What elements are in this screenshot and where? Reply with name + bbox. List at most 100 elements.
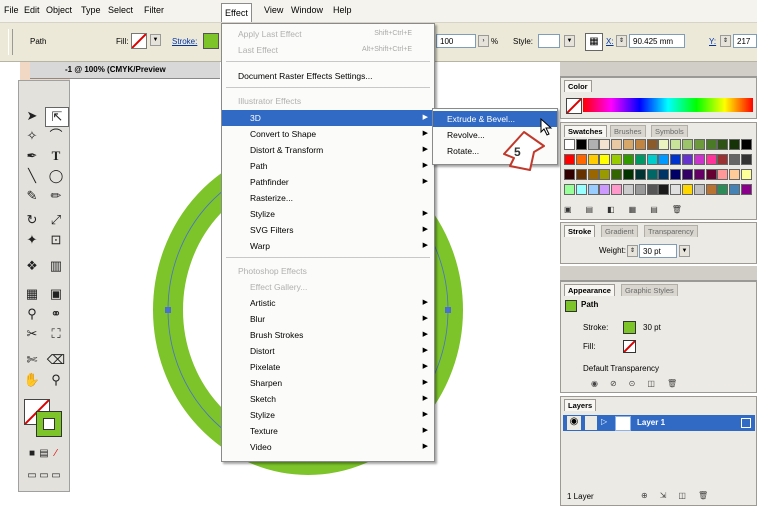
swatch[interactable] bbox=[705, 154, 717, 165]
swatch[interactable] bbox=[729, 154, 741, 165]
swatch[interactable] bbox=[634, 154, 646, 165]
swatch[interactable] bbox=[611, 184, 623, 195]
blend-tool-icon[interactable]: ⚭ bbox=[45, 305, 67, 323]
swatch[interactable] bbox=[705, 139, 717, 150]
y-field[interactable]: 217 bbox=[733, 34, 757, 48]
swatch[interactable] bbox=[729, 139, 741, 150]
menu-view[interactable]: View bbox=[264, 5, 283, 15]
swatch[interactable] bbox=[646, 139, 658, 150]
swatch[interactable] bbox=[693, 154, 705, 165]
eraser-tool-icon[interactable]: ⌫ bbox=[45, 351, 67, 369]
menu-item-blur[interactable]: Blur ▶ bbox=[222, 311, 434, 327]
menu-item-warp[interactable]: Warp ▶ bbox=[222, 238, 434, 254]
target-indicator-icon[interactable] bbox=[741, 418, 751, 428]
swatch[interactable] bbox=[575, 169, 587, 180]
slice-tool-icon[interactable]: ✂ bbox=[21, 325, 43, 343]
menu-item-brush-strokes[interactable]: Brush Strokes ▶ bbox=[222, 327, 434, 343]
swatch[interactable] bbox=[599, 169, 611, 180]
menu-item-rasterize[interactable]: Rasterize... bbox=[222, 190, 434, 206]
swatch[interactable] bbox=[670, 169, 682, 180]
pencil-tool-icon[interactable]: ✏ bbox=[45, 187, 67, 205]
type-tool-icon[interactable]: T bbox=[45, 147, 67, 165]
swatch[interactable] bbox=[634, 184, 646, 195]
reference-point-icon[interactable]: ▦ bbox=[585, 33, 603, 51]
menu-item-3d[interactable]: 3D ▶ bbox=[222, 110, 434, 126]
tab-symbols[interactable]: Symbols bbox=[651, 125, 688, 137]
eye-visibility-icon[interactable]: ◉ bbox=[567, 416, 581, 430]
swatch[interactable] bbox=[634, 169, 646, 180]
swatch[interactable] bbox=[670, 139, 682, 150]
swatch[interactable] bbox=[564, 184, 575, 195]
style-dropdown[interactable]: ▼ bbox=[564, 35, 575, 47]
stroke-swatch[interactable] bbox=[203, 33, 219, 49]
swatch[interactable] bbox=[682, 154, 693, 165]
tab-color[interactable]: Color bbox=[564, 80, 592, 92]
scissors-tool-icon[interactable]: ✄ bbox=[21, 351, 43, 369]
pen-tool-icon[interactable]: ✒ bbox=[21, 147, 43, 165]
menu-item-distort[interactable]: Distort ▶ bbox=[222, 343, 434, 359]
swatch[interactable] bbox=[634, 139, 646, 150]
swatch[interactable] bbox=[741, 184, 752, 195]
weight-stepper[interactable]: ⇕ bbox=[627, 245, 638, 257]
document-tab[interactable]: -1 @ 100% (CMYK/Preview bbox=[30, 62, 220, 79]
swatch[interactable] bbox=[623, 139, 634, 150]
swatch[interactable] bbox=[705, 169, 717, 180]
menu-help[interactable]: Help bbox=[333, 5, 352, 15]
layer-name[interactable]: Layer 1 bbox=[637, 418, 665, 427]
swatch[interactable] bbox=[599, 154, 611, 165]
menu-item-video[interactable]: Video ▶ bbox=[222, 439, 434, 455]
swatch[interactable] bbox=[611, 139, 623, 150]
menu-item-pathfinder[interactable]: Pathfinder ▶ bbox=[222, 174, 434, 190]
swatch[interactable] bbox=[658, 139, 670, 150]
swatch[interactable] bbox=[564, 139, 575, 150]
opacity-dropdown[interactable]: › bbox=[478, 35, 489, 47]
screen-mode-full-icon[interactable]: ▭ bbox=[45, 467, 67, 485]
menu-file[interactable]: File bbox=[4, 5, 19, 15]
swatch[interactable] bbox=[693, 169, 705, 180]
stroke-color-icon[interactable] bbox=[36, 411, 62, 437]
document-raster-settings-item[interactable]: Document Raster Effects Settings... bbox=[222, 68, 434, 84]
menu-item-stylize[interactable]: Stylize ▶ bbox=[222, 206, 434, 222]
direct-selection-tool-icon[interactable]: ⇱ bbox=[45, 107, 69, 127]
live-paint-tool-icon[interactable]: ⛶ bbox=[45, 325, 67, 343]
swatch[interactable] bbox=[741, 169, 752, 180]
swatch[interactable] bbox=[693, 184, 705, 195]
swatch[interactable] bbox=[658, 169, 670, 180]
scale-tool-icon[interactable]: ⤢ bbox=[45, 211, 67, 229]
swatch[interactable] bbox=[623, 154, 634, 165]
swatch[interactable] bbox=[575, 154, 587, 165]
menu-item-convert-to-shape[interactable]: Convert to Shape ▶ bbox=[222, 126, 434, 142]
swatch[interactable] bbox=[599, 184, 611, 195]
swatch[interactable] bbox=[670, 184, 682, 195]
lasso-tool-icon[interactable]: ⌒ bbox=[45, 127, 67, 145]
tab-layers[interactable]: Layers bbox=[564, 399, 597, 411]
tab-graphic-styles[interactable]: Graphic Styles bbox=[621, 284, 678, 296]
weight-field[interactable]: 30 pt bbox=[639, 244, 677, 258]
fill-swatch[interactable] bbox=[131, 33, 147, 49]
menu-item-texture[interactable]: Texture ▶ bbox=[222, 423, 434, 439]
menu-item-sketch[interactable]: Sketch ▶ bbox=[222, 391, 434, 407]
appearance-fill-swatch[interactable] bbox=[623, 340, 636, 353]
swatch[interactable] bbox=[587, 169, 599, 180]
effect-gallery-item[interactable]: Effect Gallery... bbox=[222, 279, 434, 295]
none-mode-icon[interactable]: ⁄ bbox=[45, 445, 67, 463]
magic-wand-tool-icon[interactable]: ✧ bbox=[21, 127, 43, 145]
swatch[interactable] bbox=[646, 184, 658, 195]
swatch[interactable] bbox=[623, 184, 634, 195]
swatch[interactable] bbox=[693, 139, 705, 150]
swatch[interactable] bbox=[741, 139, 752, 150]
menu-type[interactable]: Type bbox=[81, 5, 101, 15]
menu-item-path[interactable]: Path ▶ bbox=[222, 158, 434, 174]
swatch[interactable] bbox=[611, 169, 623, 180]
swatch[interactable] bbox=[682, 169, 693, 180]
menu-item-stylize-ps[interactable]: Stylize ▶ bbox=[222, 407, 434, 423]
mesh-tool-icon[interactable]: ▦ bbox=[21, 285, 43, 303]
swatch[interactable] bbox=[611, 154, 623, 165]
zoom-tool-icon[interactable]: ⚲ bbox=[45, 371, 67, 389]
tab-gradient[interactable]: Gradient bbox=[601, 225, 638, 237]
disclosure-triangle-icon[interactable]: ▷ bbox=[601, 417, 607, 426]
menu-item-distort-transform[interactable]: Distort & Transform ▶ bbox=[222, 142, 434, 158]
selection-tool-icon[interactable]: ➤ bbox=[21, 107, 43, 125]
warp-tool-icon[interactable]: ✦ bbox=[21, 231, 43, 249]
tab-transparency[interactable]: Transparency bbox=[644, 225, 698, 237]
